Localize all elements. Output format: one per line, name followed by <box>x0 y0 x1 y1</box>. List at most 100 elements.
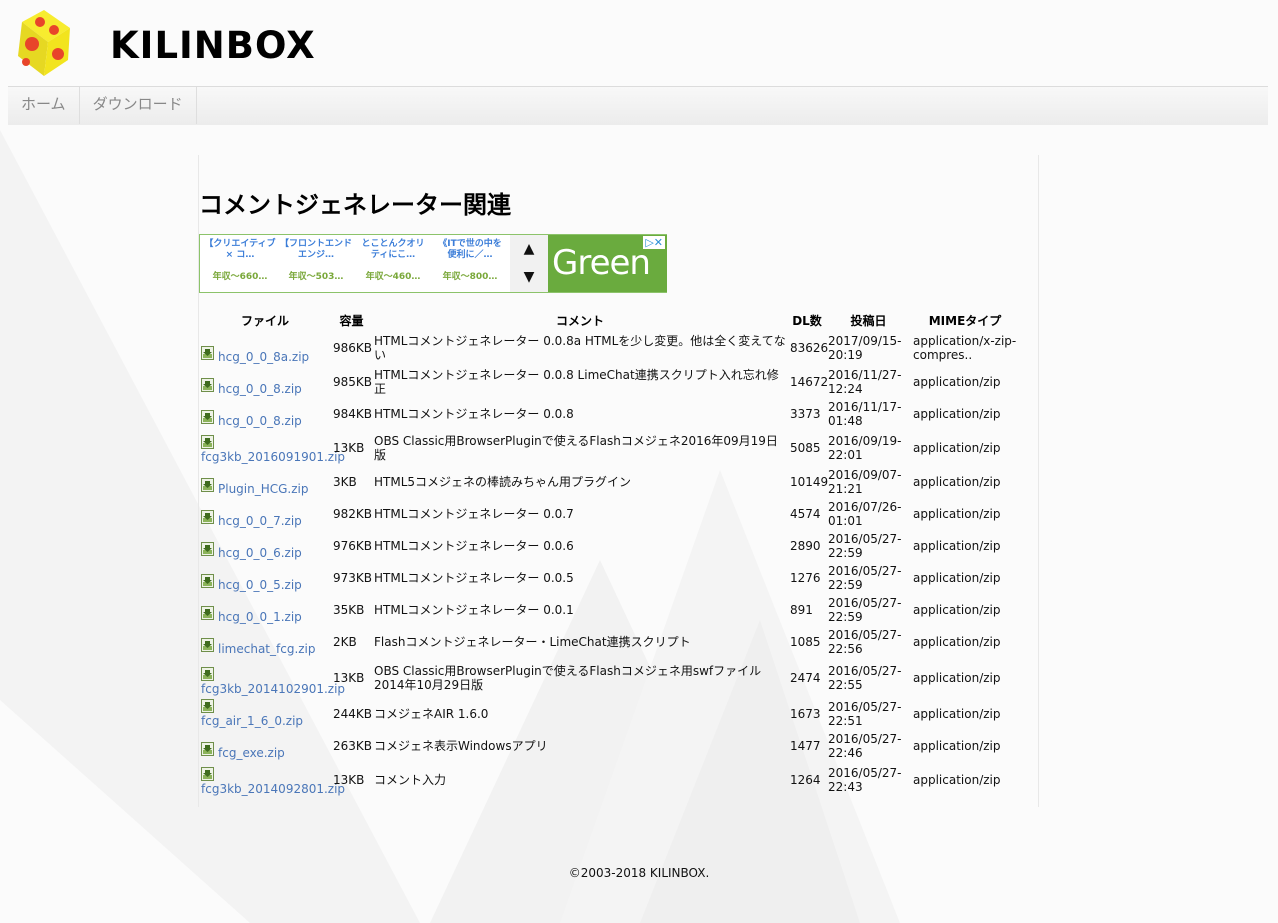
cell-mime: application/zip <box>913 571 1001 585</box>
site-title[interactable]: KILINBOX <box>110 24 316 67</box>
cell-mime: application/zip <box>913 739 1001 753</box>
file-download-link[interactable]: hcg_0_0_7.zip <box>218 514 302 528</box>
cell-dl: 1085 <box>790 635 821 649</box>
footer-copyright: ©2003-2018 KILINBOX. <box>568 866 710 880</box>
column-header-mime: MIMEタイプ <box>928 313 1002 328</box>
download-file-icon <box>201 478 214 492</box>
file-download-link[interactable]: fcg_exe.zip <box>218 746 285 760</box>
file-download-link[interactable]: limechat_fcg.zip <box>218 642 316 656</box>
ad-job-listing[interactable]: 《ITで世の中を便利に／… 年収〜800… <box>434 237 506 291</box>
ad-job-salary: 年収〜460… <box>365 272 421 282</box>
ad-down-arrow-icon[interactable]: ▼ <box>510 263 548 291</box>
column-header-file: ファイル <box>240 313 289 328</box>
file-download-link[interactable]: hcg_0_0_8.zip <box>218 382 302 396</box>
cell-date: 2016/05/27-22:51 <box>828 700 902 728</box>
cell-mime: application/zip <box>913 475 1001 489</box>
cell-size: 263KB <box>333 739 373 753</box>
logo-cube-icon[interactable] <box>14 8 72 78</box>
table-row: fcg3kb_2014092801.zip 13KB コメント入力 1264 2016/… <box>199 762 1019 798</box>
cell-comment: HTML5コメジェネの棒読みちゃん用プラグイン <box>374 475 632 489</box>
file-download-link[interactable]: fcg3kb_2014102901.zip <box>201 682 345 696</box>
cell-date: 2016/09/07-21:21 <box>828 468 902 496</box>
cell-dl: 10149 <box>790 475 829 489</box>
table-row: fcg_air_1_6_0.zip 244KB コメジェネAIR 1.6.0 1673… <box>199 698 1019 730</box>
file-cell: fcg_air_1_6_0.zip <box>199 698 331 730</box>
file-download-link[interactable]: hcg_0_0_1.zip <box>218 610 302 624</box>
cell-comment: コメジェネ表示Windowsアプリ <box>374 739 548 753</box>
nav-item-download[interactable]: ダウンロード <box>80 87 197 124</box>
cell-comment: HTMLコメントジェネレーター 0.0.1 <box>374 603 574 617</box>
file-download-link[interactable]: fcg_air_1_6_0.zip <box>201 714 303 728</box>
file-cell: fcg3kb_2016091901.zip <box>199 430 345 466</box>
cell-mime: application/zip <box>913 773 1001 787</box>
ad-job-title: 【フロントエンドエンジ… <box>280 239 352 260</box>
table-row: hcg_0_0_1.zip 35KB HTMLコメントジェネレーター 0.0.1 89… <box>199 594 1019 626</box>
download-file-icon <box>201 767 214 781</box>
cell-dl: 1477 <box>790 739 821 753</box>
file-download-link[interactable]: hcg_0_0_6.zip <box>218 546 302 560</box>
cell-comment: OBS Classic用BrowserPluginで使えるFlashコメジェネ2… <box>374 434 778 462</box>
ad-job-listing[interactable]: とことんクオリティにこ… 年収〜460… <box>357 237 429 291</box>
file-download-link[interactable]: hcg_0_0_5.zip <box>218 578 302 592</box>
cell-mime: application/zip <box>913 671 1001 685</box>
download-file-icon <box>201 574 214 588</box>
file-download-link[interactable]: hcg_0_0_8.zip <box>218 414 302 428</box>
cell-date: 2016/05/27-22:56 <box>828 628 902 656</box>
cell-comment: HTMLコメントジェネレーター 0.0.5 <box>374 571 574 585</box>
page-title: コメントジェネレーター関連 <box>199 191 511 219</box>
file-cell: hcg_0_0_6.zip <box>199 530 331 562</box>
file-cell: hcg_0_0_7.zip <box>199 498 331 530</box>
ad-up-arrow-icon[interactable]: ▲ <box>510 235 548 263</box>
table-row: fcg_exe.zip 263KB コメジェネ表示Windowsアプリ 1477 201… <box>199 730 1019 762</box>
file-download-link[interactable]: hcg_0_0_8a.zip <box>218 350 309 364</box>
ad-job-listing[interactable]: 【フロントエンドエンジ… 年収〜503… <box>280 237 352 291</box>
site-header: KILINBOX <box>0 0 1278 86</box>
ad-job-title: 【クリエイティブ × コ… <box>204 239 276 260</box>
download-file-icon <box>201 542 214 556</box>
ad-brand-banner[interactable]: Green ▷✕ <box>548 235 667 292</box>
cell-comment: HTMLコメントジェネレーター 0.0.6 <box>374 539 574 553</box>
cell-date: 2016/11/17-01:48 <box>828 400 902 428</box>
main-nav: ホーム ダウンロード <box>8 86 1268 125</box>
cell-mime: application/zip <box>913 603 1001 617</box>
cell-size: 985KB <box>333 375 373 389</box>
ad-job-listing[interactable]: 【クリエイティブ × コ… 年収〜660… <box>204 237 276 291</box>
main-content: コメントジェネレーター関連 【クリエイティブ × コ… 年収〜660… 【フロン… <box>198 155 1039 807</box>
table-row: hcg_0_0_8a.zip 986KB HTMLコメントジェネレーター 0.0.8… <box>199 330 1019 366</box>
file-cell: hcg_0_0_8a.zip <box>199 330 331 366</box>
ad-job-title: とことんクオリティにこ… <box>361 239 425 260</box>
table-row: limechat_fcg.zip 2KB Flashコメントジェネレーター・Lime… <box>199 626 1019 658</box>
cell-dl: 2890 <box>790 539 821 553</box>
cell-size: 3KB <box>333 475 357 489</box>
file-cell: fcg3kb_2014092801.zip <box>199 762 345 798</box>
table-row: hcg_0_0_6.zip 976KB HTMLコメントジェネレーター 0.0.6 2… <box>199 530 1019 562</box>
download-file-icon <box>201 435 214 449</box>
cell-date: 2016/05/27-22:59 <box>828 596 902 624</box>
cell-mime: application/x-zip-compres.. <box>913 334 1017 362</box>
download-file-icon <box>201 699 214 713</box>
file-cell: limechat_fcg.zip <box>199 626 331 658</box>
download-file-icon <box>201 346 214 360</box>
file-cell: fcg3kb_2014102901.zip <box>199 658 345 698</box>
cell-dl: 83626 <box>790 341 829 355</box>
cell-size: 35KB <box>333 603 365 617</box>
ad-job-salary: 年収〜800… <box>442 272 498 282</box>
file-download-link[interactable]: Plugin_HCG.zip <box>218 482 309 496</box>
ad-choices-icon[interactable]: ▷✕ <box>643 236 665 249</box>
download-file-icon <box>201 742 214 756</box>
cell-dl: 3373 <box>790 407 821 421</box>
cell-mime: application/zip <box>913 407 1001 421</box>
cell-dl: 14672 <box>790 375 829 389</box>
file-download-link[interactable]: fcg3kb_2016091901.zip <box>201 450 345 464</box>
download-file-icon <box>201 606 214 620</box>
nav-item-home[interactable]: ホーム <box>8 87 80 124</box>
cell-comment: Flashコメントジェネレーター・LimeChat連携スクリプト <box>374 635 691 649</box>
file-cell: hcg_0_0_1.zip <box>199 594 331 626</box>
cell-date: 2016/11/27-12:24 <box>828 368 902 396</box>
ad-banner[interactable]: 【クリエイティブ × コ… 年収〜660… 【フロントエンドエンジ… 年収〜50… <box>199 234 667 293</box>
cell-date: 2016/05/27-22:59 <box>828 564 902 592</box>
file-download-link[interactable]: fcg3kb_2014092801.zip <box>201 782 345 796</box>
column-header-date: 投稿日 <box>850 313 887 328</box>
download-file-icon <box>201 510 214 524</box>
cell-date: 2016/05/27-22:59 <box>828 532 902 560</box>
